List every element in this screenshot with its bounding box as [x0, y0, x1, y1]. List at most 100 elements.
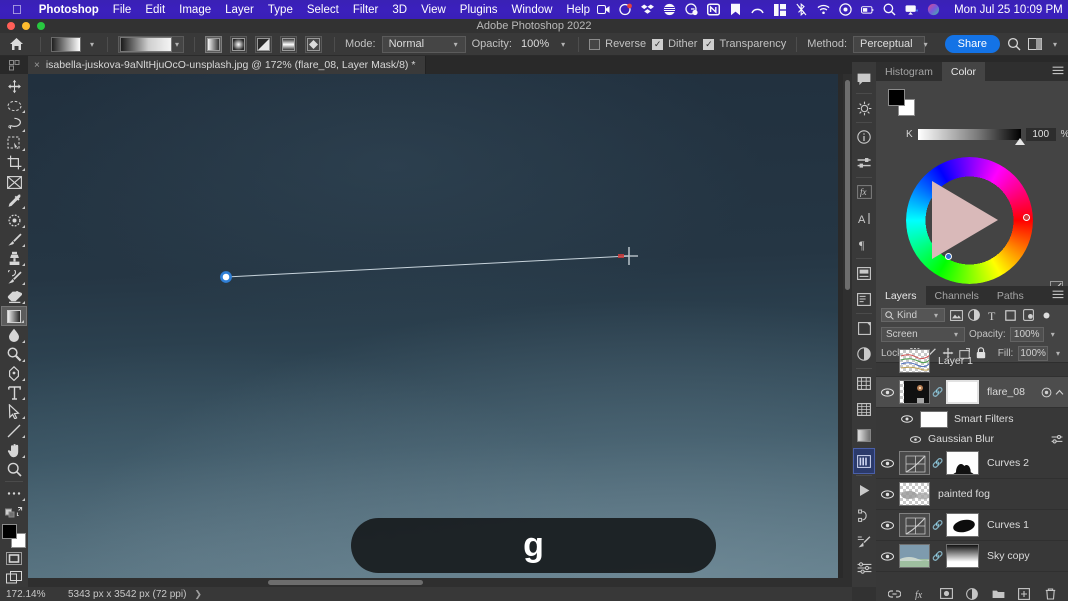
blend-mode-select[interactable]: Normal ▾	[381, 35, 466, 53]
layer-mask-thumbnail[interactable]	[946, 380, 979, 404]
wifi-icon[interactable]	[817, 3, 830, 16]
battery-icon[interactable]	[861, 3, 874, 16]
reverse-checkbox[interactable]: Reverse	[589, 38, 646, 50]
histogram-panel-icon[interactable]	[853, 448, 875, 474]
siri-icon[interactable]	[927, 3, 940, 16]
zoom-tool[interactable]	[1, 460, 27, 479]
table-row[interactable]: painted fog	[876, 479, 1068, 510]
close-tab-icon[interactable]: ×	[34, 60, 40, 71]
elliptical-marquee-tool[interactable]	[1, 96, 27, 115]
airplay-icon[interactable]	[905, 3, 919, 16]
table-row[interactable]: 🔗 Curves 2	[876, 448, 1068, 479]
character-panel-icon[interactable]: A	[853, 205, 875, 231]
layer-visibility-toggle[interactable]	[879, 387, 895, 397]
table-row[interactable]: 🔗 Sky copy	[876, 541, 1068, 572]
canvas-horizontal-scrollbar[interactable]	[28, 578, 852, 587]
brush-tool[interactable]	[1, 230, 27, 249]
line-tool[interactable]	[1, 421, 27, 440]
layer-visibility-toggle[interactable]	[879, 489, 895, 499]
timeline-panel-icon[interactable]	[853, 477, 875, 503]
layer-visibility-toggle[interactable]	[879, 520, 895, 530]
default-colors-icon[interactable]	[1, 503, 27, 522]
layer-opacity-chevron-icon[interactable]: ▾	[1048, 330, 1058, 339]
character-styles-icon[interactable]	[853, 370, 875, 396]
add-layer-mask-icon[interactable]	[939, 587, 953, 600]
color-panel-swatches[interactable]	[888, 89, 915, 116]
gradient-picker-chevron-icon[interactable]: ▾	[172, 40, 182, 49]
clone-stamp-tool[interactable]	[1, 249, 27, 268]
k-channel-slider[interactable]	[917, 129, 1025, 145]
crop-tool[interactable]	[1, 153, 27, 172]
adjustments-brightness-icon[interactable]	[853, 95, 875, 121]
object-selection-tool[interactable]	[1, 134, 27, 153]
frame-tool[interactable]	[1, 173, 27, 192]
layer-list[interactable]: Layer 1 🔗 flare_08 Smart Filters Gaussia…	[876, 346, 1068, 586]
filter-adjustment-icon[interactable]	[967, 308, 981, 322]
opacity-input[interactable]: 100%	[517, 35, 553, 53]
canvas-area[interactable]	[28, 74, 852, 587]
cleanmymac-icon[interactable]	[619, 3, 632, 16]
panel-menu-icon[interactable]	[1052, 290, 1064, 300]
type-tool[interactable]	[1, 383, 27, 402]
smart-filters-mask-thumbnail[interactable]	[920, 410, 948, 428]
tab-histogram[interactable]: Histogram	[876, 62, 942, 81]
libraries-panel-icon[interactable]	[853, 260, 875, 286]
layer-mask-thumbnail[interactable]	[946, 513, 979, 537]
layer-name[interactable]: flare_08	[983, 386, 1037, 398]
rectangle-window-icon[interactable]	[773, 3, 786, 16]
brush-settings-icon[interactable]	[853, 529, 875, 555]
workspace-chevron-icon[interactable]: ▾	[1050, 40, 1060, 49]
adjustments-panel-icon[interactable]	[853, 341, 875, 367]
control-center-icon[interactable]	[839, 3, 852, 16]
layer-visibility-toggle[interactable]	[879, 551, 895, 561]
pen-tool[interactable]	[1, 364, 27, 383]
foreground-color-swatch[interactable]	[2, 523, 17, 539]
new-adjustment-layer-icon[interactable]	[966, 587, 979, 600]
opacity-chevron-icon[interactable]: ▾	[558, 40, 568, 49]
document-tab[interactable]: × isabella-juskova-9aNltHjuOcO-unsplash.…	[28, 56, 427, 74]
home-icon[interactable]	[8, 36, 24, 52]
link-layers-icon[interactable]	[887, 587, 901, 600]
delete-layer-icon[interactable]	[1044, 587, 1057, 600]
bluetooth-off-icon[interactable]	[795, 3, 808, 16]
filter-smartobject-icon[interactable]	[1021, 308, 1035, 322]
edit-toolbar-ellipsis[interactable]	[1, 484, 27, 503]
comments-panel-icon[interactable]	[853, 66, 875, 92]
workspace-switcher-icon[interactable]	[1028, 36, 1044, 52]
saturation-selector-dot[interactable]	[945, 253, 952, 260]
gradients-panel-icon[interactable]	[853, 422, 875, 448]
filter-type-icon[interactable]: T	[985, 308, 999, 322]
share-button[interactable]: Share	[944, 35, 1000, 53]
layer-thumbnail[interactable]	[899, 380, 930, 404]
layer-thumbnail[interactable]	[899, 349, 930, 373]
info-panel-icon[interactable]	[853, 124, 875, 150]
filter-pixel-icon[interactable]	[949, 308, 963, 322]
layer-mask-thumbnail[interactable]	[946, 451, 979, 475]
reflected-gradient-icon[interactable]	[280, 35, 298, 53]
path-selection-tool[interactable]	[1, 402, 27, 421]
angle-gradient-icon[interactable]	[255, 35, 273, 53]
tab-color[interactable]: Color	[941, 62, 985, 81]
k-channel-value[interactable]: 100	[1025, 128, 1056, 141]
layer-visibility-toggle[interactable]	[879, 458, 895, 468]
layer-thumbnail[interactable]	[899, 544, 930, 568]
gradient-tool-preset-icon[interactable]	[51, 36, 81, 52]
tool-presets-icon[interactable]	[853, 555, 875, 581]
list-item[interactable]: Smart Filters	[876, 408, 1068, 430]
paragraph-styles-icon[interactable]	[853, 396, 875, 422]
smart-filter-indicator-icon[interactable]	[1041, 387, 1052, 398]
search-icon[interactable]	[1006, 36, 1022, 52]
properties-panel-icon[interactable]	[853, 150, 875, 176]
apple-logo-icon[interactable]: 	[12, 3, 22, 16]
canvas-vertical-scrollbar[interactable]	[843, 74, 852, 587]
foreground-background-color-swatch[interactable]	[2, 523, 26, 548]
tab-paths[interactable]: Paths	[988, 286, 1033, 305]
lasso-tool[interactable]	[1, 115, 27, 134]
notes-panel-icon[interactable]	[853, 286, 875, 312]
paths-panel-icon[interactable]	[853, 503, 875, 529]
arc-browser-icon[interactable]	[751, 3, 764, 16]
notion-icon[interactable]	[707, 3, 721, 16]
actions-panel-icon[interactable]	[853, 315, 875, 341]
link-mask-icon[interactable]: 🔗	[932, 551, 943, 562]
filter-name[interactable]: Gaussian Blur	[928, 433, 994, 445]
